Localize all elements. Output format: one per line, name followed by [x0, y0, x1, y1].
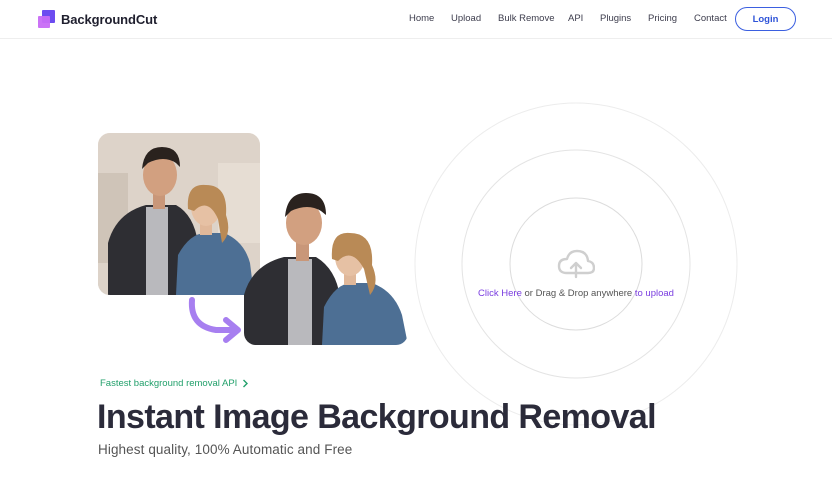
- api-tagline-link[interactable]: Fastest background removal API: [100, 378, 249, 389]
- before-photo: [98, 133, 260, 295]
- nav-api[interactable]: API: [568, 13, 583, 24]
- nav-upload[interactable]: Upload: [451, 13, 481, 24]
- top-navbar: BackgroundCut Home Upload Bulk Remove AP…: [0, 0, 832, 39]
- tagline-text: Fastest background removal API: [100, 378, 238, 389]
- nav-contact[interactable]: Contact: [694, 13, 727, 24]
- backgroundcut-logo-icon: [38, 10, 57, 29]
- brand-logo[interactable]: BackgroundCut: [38, 10, 157, 29]
- nav-bulk-remove[interactable]: Bulk Remove: [498, 13, 555, 24]
- page: BackgroundCut Home Upload Bulk Remove AP…: [0, 0, 832, 479]
- upload-instructions: Click Here or Drag & Drop anywhere to up…: [414, 288, 738, 299]
- brand-name: BackgroundCut: [61, 12, 158, 27]
- hero-subtitle: Highest quality, 100% Automatic and Free: [98, 442, 353, 457]
- nav-pricing[interactable]: Pricing: [648, 13, 677, 24]
- to-upload-link[interactable]: to upload: [635, 288, 674, 299]
- after-photo: [244, 183, 408, 345]
- chevron-right-icon: [243, 379, 249, 388]
- nav-plugins[interactable]: Plugins: [600, 13, 631, 24]
- cloud-upload-icon[interactable]: [557, 249, 595, 279]
- hero-title: Instant Image Background Removal: [97, 398, 657, 436]
- curved-arrow-icon: [188, 297, 241, 343]
- click-here-link[interactable]: Click Here: [478, 288, 522, 299]
- upload-middle-text: or Drag & Drop anywhere: [521, 288, 635, 299]
- login-button[interactable]: Login: [735, 7, 796, 31]
- nav-home[interactable]: Home: [409, 13, 434, 24]
